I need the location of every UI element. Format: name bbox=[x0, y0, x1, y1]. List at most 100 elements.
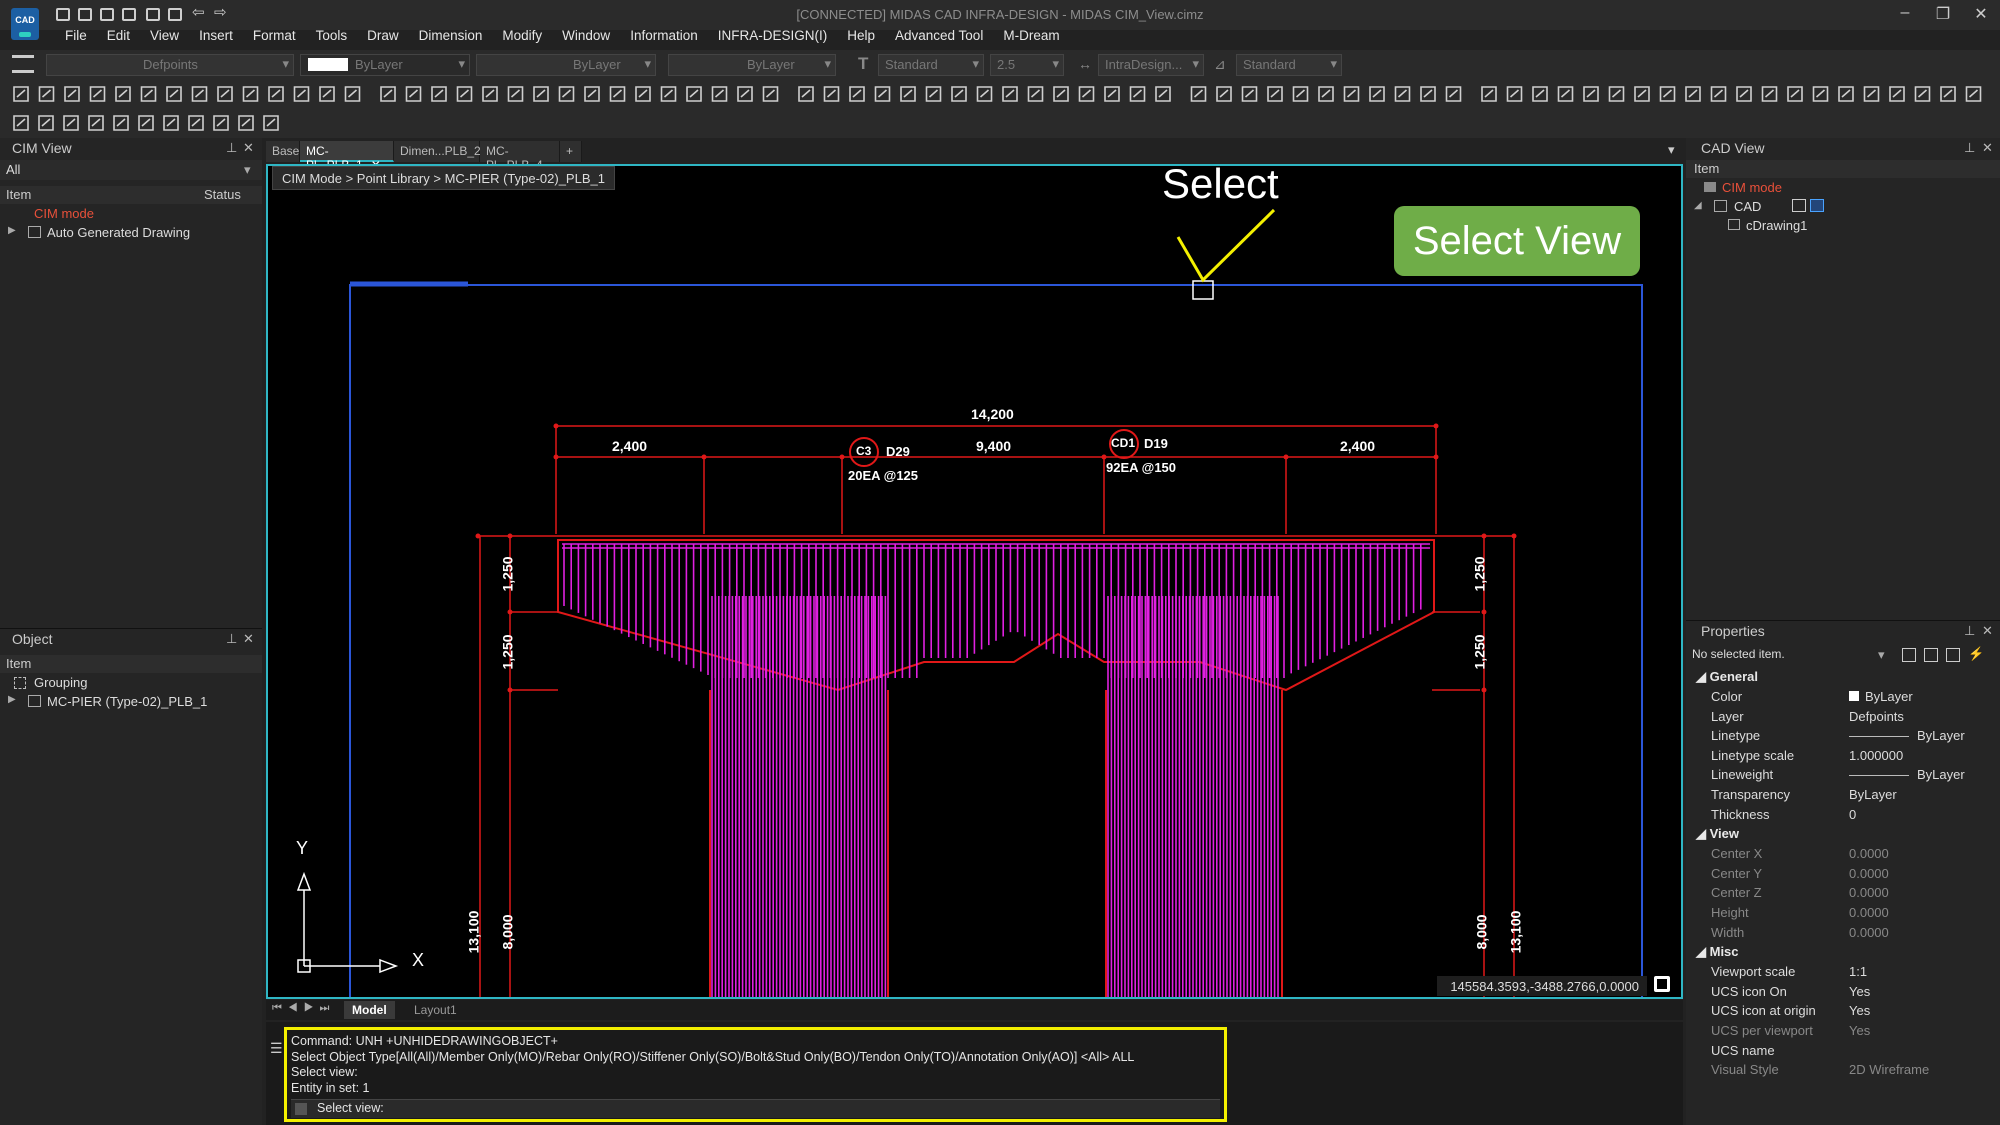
command-menu-icon[interactable]: ☰ bbox=[270, 1040, 283, 1057]
prop-value[interactable]: ByLayer bbox=[1849, 787, 1897, 802]
menu-tools[interactable]: Tools bbox=[306, 26, 358, 48]
prop-value[interactable]: ByLayer bbox=[1849, 728, 1965, 743]
tab-plb-2[interactable]: Dimen...PLB_2 bbox=[394, 141, 481, 162]
tree-item-cim-mode[interactable]: CIM mode bbox=[34, 206, 94, 221]
layout-nav-icons[interactable]: ⏮◀▶⏭ bbox=[272, 1002, 335, 1015]
expand-icon[interactable]: ▶ bbox=[8, 694, 16, 705]
prop-value[interactable]: 0.0000 bbox=[1849, 905, 1889, 920]
maximize-button[interactable]: ❐ bbox=[1928, 4, 1958, 26]
menu-draw[interactable]: Draw bbox=[357, 26, 409, 48]
menu-edit[interactable]: Edit bbox=[97, 26, 140, 48]
chevron-down-icon[interactable]: ▾ bbox=[244, 162, 251, 178]
tree-item-cdrawing1[interactable]: cDrawing1 bbox=[1746, 218, 1807, 233]
section-general[interactable]: ◢ General bbox=[1696, 669, 1758, 685]
collapse-icon[interactable]: ◢ bbox=[1694, 200, 1702, 211]
drawing-canvas[interactable]: 14,200 2,400 9,400 2,400 1,250 1,250 1,2… bbox=[266, 164, 1683, 999]
close-icon[interactable]: ✕ bbox=[243, 631, 254, 647]
layer-combo[interactable]: Defpoints bbox=[46, 54, 294, 76]
view-toggle-icon[interactable] bbox=[1792, 199, 1806, 212]
lineweight-combo[interactable]: ByLayer bbox=[668, 54, 836, 76]
prop-value[interactable]: Yes bbox=[1849, 1003, 1870, 1018]
menu-m-dream[interactable]: M-Dream bbox=[993, 26, 1069, 48]
tree-item-auto-drawing[interactable]: Auto Generated Drawing bbox=[47, 225, 190, 240]
tab-plb-1[interactable]: MC-Pl...PLB_1✕ bbox=[300, 141, 394, 172]
chevron-down-icon[interactable]: ▾ bbox=[1878, 647, 1885, 663]
text-style-combo[interactable]: Standard bbox=[878, 54, 984, 76]
pin-icon[interactable]: ⊥ bbox=[226, 140, 237, 156]
menu-file[interactable]: File bbox=[55, 26, 97, 48]
print-icon[interactable] bbox=[146, 8, 160, 21]
prop-value[interactable]: 1.000000 bbox=[1849, 748, 1903, 763]
tab-list-icon[interactable]: ▾ bbox=[1668, 142, 1675, 158]
prop-value[interactable]: Yes bbox=[1849, 984, 1870, 999]
filter-select[interactable]: All bbox=[0, 160, 262, 180]
tab-base[interactable]: Base bbox=[266, 141, 300, 162]
view-active-icon[interactable] bbox=[1810, 199, 1824, 212]
toolbar-icons-2[interactable] bbox=[0, 110, 300, 138]
save-icon[interactable] bbox=[168, 8, 182, 21]
prop-value[interactable]: ByLayer bbox=[1849, 689, 1913, 704]
table-style-combo[interactable]: Standard bbox=[1236, 54, 1342, 76]
tab-model[interactable]: Model bbox=[344, 1001, 395, 1019]
select-objects-icon[interactable] bbox=[1924, 648, 1938, 662]
pin-icon[interactable]: ⊥ bbox=[1964, 140, 1975, 156]
linetype-combo[interactable]: ByLayer bbox=[476, 54, 656, 76]
close-icon[interactable]: ✕ bbox=[243, 140, 254, 156]
layer-manager-icon[interactable] bbox=[12, 55, 34, 73]
text-size-combo[interactable]: 2.5 bbox=[990, 54, 1064, 76]
menu-format[interactable]: Format bbox=[243, 26, 306, 48]
menu-dimension[interactable]: Dimension bbox=[409, 26, 493, 48]
menu-advanced-tool[interactable]: Advanced Tool bbox=[885, 26, 993, 48]
menu-insert[interactable]: Insert bbox=[189, 26, 243, 48]
grid-view-icon[interactable] bbox=[1654, 976, 1670, 992]
menu-infra-design[interactable]: INFRA-DESIGN(I) bbox=[708, 26, 838, 48]
close-icon[interactable]: ✕ bbox=[1982, 140, 1993, 156]
tool-icon bbox=[1241, 86, 1258, 102]
menu-window[interactable]: Window bbox=[552, 26, 620, 48]
command-input[interactable]: Select view: bbox=[291, 1099, 1220, 1118]
toggle-icon[interactable]: ⚡ bbox=[1968, 646, 1984, 662]
redo-icon[interactable]: ⇨ bbox=[214, 3, 227, 21]
pickadd-icon[interactable] bbox=[1946, 648, 1960, 662]
toolbar-icons[interactable] bbox=[0, 80, 2000, 110]
undo-icon[interactable]: ⇦ bbox=[192, 3, 205, 21]
section-misc[interactable]: ◢ Misc bbox=[1696, 944, 1739, 960]
menu-help[interactable]: Help bbox=[837, 26, 885, 48]
color-combo[interactable]: ByLayer bbox=[300, 54, 470, 76]
tree-item-grouping[interactable]: Grouping bbox=[34, 675, 87, 690]
pin-icon[interactable]: ⊥ bbox=[1964, 623, 1975, 639]
prop-value[interactable]: 0.0000 bbox=[1849, 885, 1889, 900]
tab-add[interactable]: + bbox=[560, 141, 582, 162]
prop-value[interactable]: 0.0000 bbox=[1849, 866, 1889, 881]
menu-view[interactable]: View bbox=[140, 26, 189, 48]
tab-plb-4[interactable]: MC-Pl...PLB_4 bbox=[480, 141, 560, 172]
close-button[interactable]: ✕ bbox=[1966, 4, 1996, 26]
tree-item-pier[interactable]: MC-PIER (Type-02)_PLB_1 bbox=[47, 694, 207, 709]
section-view[interactable]: ◢ View bbox=[1696, 826, 1739, 842]
export-icon[interactable] bbox=[122, 8, 136, 21]
close-icon[interactable]: ✕ bbox=[1982, 623, 1993, 639]
prop-value[interactable]: 0.0000 bbox=[1849, 925, 1889, 940]
prop-value[interactable]: 1:1 bbox=[1849, 964, 1867, 979]
tree-item-cad[interactable]: CAD bbox=[1734, 199, 1761, 214]
minimize-button[interactable]: – bbox=[1890, 4, 1920, 26]
menu-information[interactable]: Information bbox=[620, 26, 708, 48]
open-icon[interactable] bbox=[78, 8, 92, 21]
prop-value[interactable]: ByLayer bbox=[1849, 767, 1965, 782]
prop-value[interactable]: 0 bbox=[1849, 807, 1856, 822]
import-icon[interactable] bbox=[100, 8, 114, 21]
tree-item-cim-mode[interactable]: CIM mode bbox=[1722, 180, 1782, 195]
pin-icon[interactable]: ⊥ bbox=[226, 631, 237, 647]
expand-icon[interactable]: ▶ bbox=[8, 225, 16, 236]
quick-select-icon[interactable] bbox=[1902, 648, 1916, 662]
dim-style-combo[interactable]: IntraDesign... bbox=[1098, 54, 1204, 76]
prop-value[interactable]: Yes bbox=[1849, 1023, 1870, 1038]
drawing-svg[interactable] bbox=[268, 166, 1681, 997]
tab-layout1[interactable]: Layout1 bbox=[406, 1001, 465, 1019]
prop-value[interactable]: Defpoints bbox=[1849, 709, 1904, 724]
prop-value[interactable]: 0.0000 bbox=[1849, 846, 1889, 861]
menu-modify[interactable]: Modify bbox=[492, 26, 552, 48]
prop-value[interactable]: 2D Wireframe bbox=[1849, 1062, 1929, 1077]
selection-select[interactable]: No selected item. bbox=[1686, 645, 1886, 665]
new-icon[interactable] bbox=[56, 8, 70, 21]
